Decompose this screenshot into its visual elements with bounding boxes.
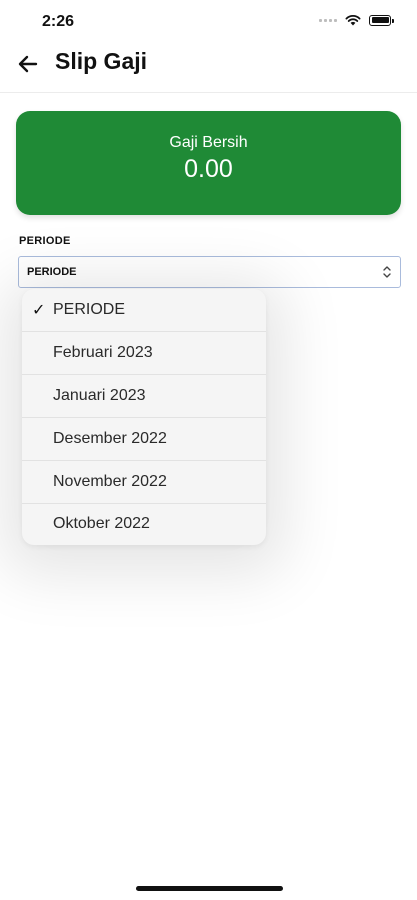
app-bar: Slip Gaji — [0, 40, 417, 93]
period-select[interactable]: PERIODE — [18, 256, 401, 288]
arrow-left-icon — [18, 55, 38, 73]
period-option-label: PERIODE — [53, 301, 126, 318]
period-option-februari-2023[interactable]: Februari 2023 — [22, 332, 266, 375]
period-dropdown-menu: ✓ PERIODE Februari 2023 Januari 2023 Des… — [22, 289, 266, 545]
checkmark-icon: ✓ — [32, 302, 46, 319]
back-button[interactable] — [14, 50, 42, 78]
period-option-label: Oktober 2022 — [53, 515, 150, 532]
period-option-label: November 2022 — [53, 473, 167, 490]
period-select-value: PERIODE — [27, 266, 77, 278]
period-option-desember-2022[interactable]: Desember 2022 — [22, 418, 266, 461]
net-salary-label: Gaji Bersih — [169, 134, 248, 151]
period-option-label: Desember 2022 — [53, 430, 167, 447]
period-option-label: Februari 2023 — [53, 344, 153, 361]
status-time: 2:26 — [42, 13, 75, 30]
cellular-signal-icon — [319, 18, 337, 22]
period-option-label: Januari 2023 — [53, 387, 146, 404]
battery-icon — [369, 14, 394, 26]
status-icons — [319, 14, 394, 26]
status-bar: 2:26 — [0, 0, 417, 44]
period-option-oktober-2022[interactable]: Oktober 2022 — [22, 503, 266, 546]
net-salary-value: 0.00 — [184, 155, 233, 183]
period-option-november-2022[interactable]: November 2022 — [22, 461, 266, 504]
period-field-label: PERIODE — [19, 235, 71, 247]
wifi-icon — [345, 15, 361, 26]
home-indicator[interactable] — [136, 886, 283, 891]
chevron-up-down-icon — [383, 266, 391, 278]
period-option-januari-2023[interactable]: Januari 2023 — [22, 375, 266, 418]
period-option-periode[interactable]: ✓ PERIODE — [22, 289, 266, 332]
net-salary-card: Gaji Bersih 0.00 — [16, 111, 401, 215]
page-title: Slip Gaji — [55, 48, 148, 74]
